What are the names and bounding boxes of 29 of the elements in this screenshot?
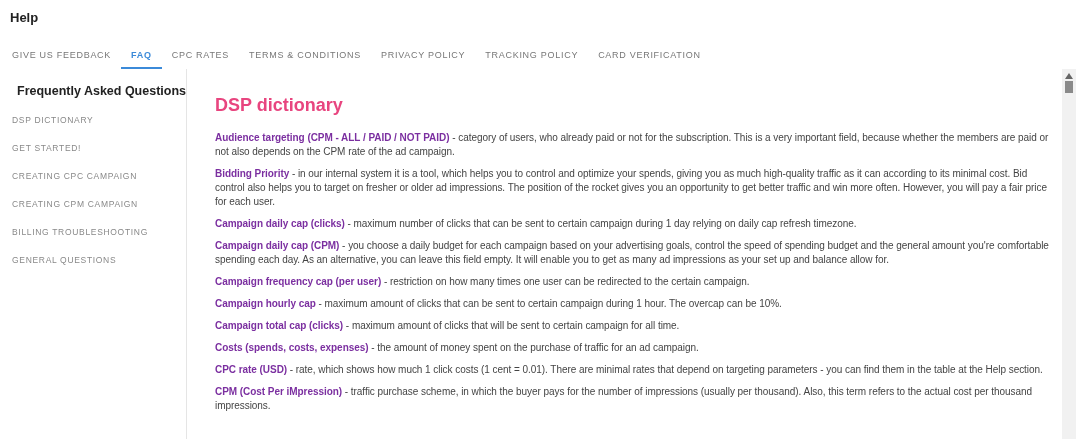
sidebar-item[interactable]: GENERAL QUESTIONS xyxy=(0,252,186,268)
definition-text: Bidding Priority - in our internal system it is a tool, which helps you to control and optimize your spends, giving you as much high-quality traffic as it can according to its minimal cost. Bid control also helps you to target on fresher or older ad impressions. The position of the rocket gives you an opportunity to get better traffic and win more often. However, you will pay a fair price for each user. xyxy=(215,167,1048,209)
tab[interactable]: CPC RATES xyxy=(161,44,240,69)
section-heading: DSP dictionary xyxy=(215,94,344,117)
sidebar-item[interactable]: CREATING CPC CAMPAIGN xyxy=(0,168,186,184)
definition-text: Campaign frequency cap (per user) - restriction on how many times one user can be redirected to the certain campaign. xyxy=(215,275,751,289)
definition-text: Campaign hourly cap - maximum amount of clicks that can be sent to certain campaign during 1 hour. The overcap can be 10%. xyxy=(215,297,783,311)
tab[interactable]: TRACKING POLICY xyxy=(475,44,589,69)
scrollbar[interactable] xyxy=(1062,69,1076,439)
window-title: Help xyxy=(10,9,39,27)
tab[interactable]: CARD VERIFICATION xyxy=(588,44,711,69)
tab[interactable]: GIVE US FEEDBACK xyxy=(2,44,122,69)
definition-text: Campaign daily cap (CPM) - you choose a daily budget for each campaign based on your advertising goals, control the speed of spending budget and the general amount you're comfortable spending each day. As an alternative, you can leave this field empty. It will enable you to get as many ad impressions as your set up and balance allow for. xyxy=(215,239,1050,267)
definition-text: Campaign total cap (clicks) - maximum amount of clicks that will be sent to certain campaign for all time. xyxy=(215,319,681,333)
definition-text: Costs (spends, costs, expenses) - the amount of money spent on the purchase of traffic for an ad campaign. xyxy=(215,341,700,355)
tab[interactable]: TERMS & CONDITIONS xyxy=(239,44,371,69)
sidebar-item[interactable]: GET STARTED! xyxy=(0,140,186,156)
sidebar-item[interactable]: DSP DICTIONARY xyxy=(0,112,186,128)
sidebar-item[interactable]: CREATING CPM CAMPAIGN xyxy=(0,196,186,212)
definition-text: CPM (Cost Per iMpression) - traffic purchase scheme, in which the buyer pays for the number of impressions (usually per thousand). Also, this term refers to the actual cost per thousand impressions. xyxy=(215,385,1034,413)
tab[interactable]: FAQ xyxy=(121,44,162,69)
definition-text: CPC rate (USD) - rate, which shows how much 1 click costs (1 cent = 0.01). There are minimal rates that depend on targeting parameters - you can find them in the table at the Help section. xyxy=(215,363,1044,377)
sidebar-item[interactable]: BILLING TROUBLESHOOTING xyxy=(0,224,186,240)
definition-text: Campaign daily cap (clicks) - maximum number of clicks that can be sent to certain campaign during 1 day relying on daily cap refresh timezone. xyxy=(215,217,858,231)
definition-text: Audience targeting (CPM - ALL / PAID / NOT PAID) - category of users, who already paid or not for the subscription. This is a very important field, because whether the members are paid or not also depends on the CPM rate of the ad campaign. xyxy=(215,131,1050,159)
scroll-thumb[interactable] xyxy=(1065,81,1073,93)
tab[interactable]: PRIVACY POLICY xyxy=(371,44,476,69)
scroll-up-icon[interactable] xyxy=(1065,73,1073,79)
sidebar-title: Frequently Asked Questions xyxy=(16,83,186,100)
